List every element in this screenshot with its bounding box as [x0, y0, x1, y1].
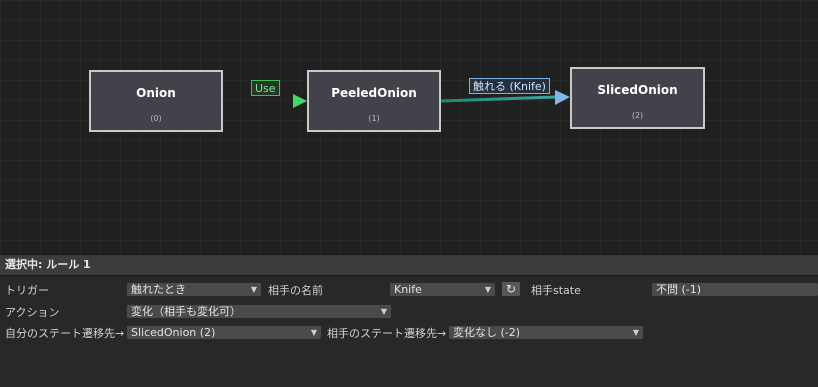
partner-state-dropdown[interactable]: 不問 (-1): [651, 282, 818, 297]
node-index: (0): [150, 114, 162, 123]
state-node-onion[interactable]: Onion (0): [89, 70, 223, 132]
panel-header: 選択中: ルール 1: [0, 255, 818, 276]
dropdown-arrow-icon: ▼: [484, 285, 491, 294]
partner-transition-label: 相手のステート遷移先→: [327, 327, 447, 340]
dropdown-arrow-icon: ▼: [310, 328, 317, 337]
refresh-icon: ↻: [505, 282, 517, 296]
state-graph-canvas[interactable]: Onion (0) PeeledOnion (1) SlicedOnion (2…: [0, 0, 818, 254]
edge-label-touch-knife[interactable]: 触れる (Knife): [469, 78, 550, 94]
self-transition-dropdown[interactable]: SlicedOnion (2) ▼: [126, 325, 322, 340]
dropdown-arrow-icon: ▼: [632, 328, 639, 337]
node-index: (2): [631, 111, 644, 120]
partner-state-value: 不問 (-1): [656, 283, 702, 296]
node-title: PeeledOnion: [331, 86, 417, 100]
partner-name-label: 相手の名前: [268, 284, 323, 297]
trigger-dropdown[interactable]: 触れたとき ▼: [126, 282, 262, 297]
partner-name-dropdown[interactable]: Knife ▼: [389, 282, 496, 297]
edge-touch-arrowhead: [555, 90, 570, 105]
dropdown-arrow-icon: ▼: [380, 307, 387, 316]
state-node-peeledonion[interactable]: PeeledOnion (1): [307, 70, 441, 132]
partner-name-value: Knife: [394, 283, 422, 296]
trigger-value: 触れたとき: [131, 283, 186, 296]
action-value: 変化（相手も変化可）: [131, 305, 241, 318]
node-title: SlicedOnion: [597, 83, 678, 97]
node-title: Onion: [136, 86, 176, 100]
action-dropdown[interactable]: 変化（相手も変化可） ▼: [126, 304, 392, 319]
edge-use-arrowhead: [293, 94, 307, 108]
state-node-slicedonion[interactable]: SlicedOnion (2): [570, 67, 705, 129]
action-label: アクション: [5, 306, 60, 319]
partner-transition-dropdown[interactable]: 変化なし (-2) ▼: [448, 325, 644, 340]
self-transition-value: SlicedOnion (2): [131, 326, 216, 339]
edge-label-use[interactable]: Use: [251, 80, 280, 96]
refresh-button[interactable]: ↻: [501, 281, 521, 297]
trigger-label: トリガー: [5, 284, 49, 297]
rule-inspector-panel: 選択中: ルール 1 トリガー 触れたとき ▼ 相手の名前 Knife ▼ ↻ …: [0, 254, 818, 387]
node-index: (1): [368, 114, 380, 123]
partner-transition-value: 変化なし (-2): [453, 326, 521, 339]
partner-state-label: 相手state: [531, 284, 581, 297]
self-transition-label: 自分のステート遷移先→: [5, 327, 125, 340]
edge-touch-line[interactable]: [440, 95, 557, 103]
dropdown-arrow-icon: ▼: [250, 285, 257, 294]
